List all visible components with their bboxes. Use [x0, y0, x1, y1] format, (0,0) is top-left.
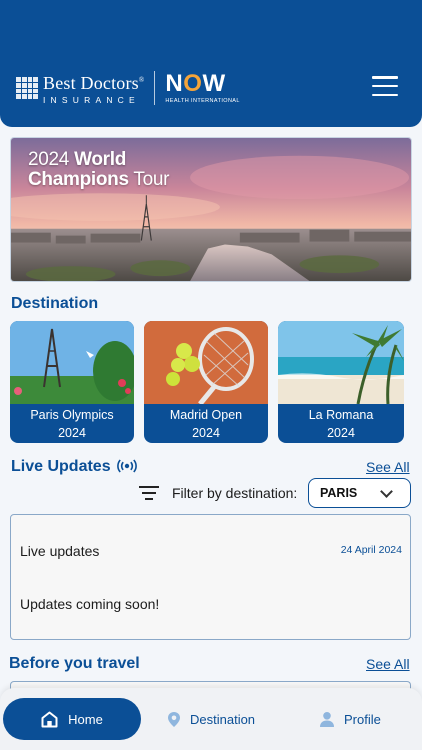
tennis-image — [144, 321, 268, 404]
partner-subtitle: HEALTH INTERNATIONAL — [165, 98, 240, 104]
update-title: Live updates — [20, 543, 100, 559]
live-updates-section-title: Live Updates — [11, 458, 111, 475]
best-doctors-mark-icon — [16, 77, 38, 99]
selected-destination: PARIS — [320, 486, 358, 500]
brand-name: Best Doctors — [43, 73, 139, 93]
before-you-travel-section-title: Before you travel — [9, 655, 140, 672]
update-body: Updates coming soon! — [20, 596, 160, 612]
beach-image — [278, 321, 404, 404]
paris-image — [10, 321, 134, 404]
hero-banner[interactable]: 2024 World Champions Tour — [10, 137, 412, 282]
logo-divider — [154, 71, 156, 105]
update-date: 24 April 2024 — [340, 544, 402, 556]
nav-home-button[interactable]: Home — [3, 698, 141, 740]
nav-profile-button[interactable]: Profile — [319, 698, 381, 740]
app-header: Best Doctors® INSURANCE NOW HEALTH INTER… — [0, 0, 422, 127]
nav-destination-label: Destination — [190, 711, 256, 727]
destination-name: La Romana — [308, 408, 374, 422]
destination-card-paris[interactable]: Paris Olympics 2024 — [10, 321, 134, 443]
brand-logo: Best Doctors® INSURANCE NOW HEALTH INTER… — [16, 71, 240, 105]
home-icon — [41, 711, 58, 727]
destination-section-title: Destination — [11, 295, 99, 312]
bottom-navigation: Home Destination Profile — [0, 688, 422, 750]
destination-filter-select[interactable]: PARIS — [308, 478, 411, 508]
destination-card-la-romana[interactable]: La Romana 2024 — [278, 321, 404, 443]
destination-year: 2024 — [58, 426, 86, 440]
person-icon — [320, 711, 334, 727]
location-pin-icon — [168, 711, 180, 727]
broadcast-icon — [117, 459, 137, 473]
brand-subtitle: INSURANCE — [43, 95, 140, 105]
partner-name: NOW — [165, 70, 226, 97]
destination-year: 2024 — [327, 426, 355, 440]
destination-name: Madrid Open — [169, 408, 243, 422]
nav-profile-label: Profile — [344, 711, 381, 727]
hero-title: 2024 World Champions Tour — [28, 149, 170, 190]
hamburger-menu-icon[interactable] — [372, 76, 398, 96]
before-travel-see-all-link[interactable]: See All — [366, 656, 410, 672]
filter-label: Filter by destination: — [172, 485, 298, 501]
destination-year: 2024 — [192, 426, 220, 440]
destination-card-madrid[interactable]: Madrid Open 2024 — [144, 321, 268, 443]
live-updates-see-all-link[interactable]: See All — [366, 459, 410, 475]
live-update-card[interactable]: Live updates 24 April 2024 Updates comin… — [10, 514, 411, 640]
nav-destination-button[interactable]: Destination — [167, 698, 255, 740]
chevron-down-icon — [380, 485, 393, 498]
filter-row: Filter by destination: — [139, 478, 297, 508]
filter-icon[interactable] — [139, 486, 159, 500]
destination-name: Paris Olympics — [30, 408, 114, 422]
nav-home-label: Home — [68, 711, 103, 727]
